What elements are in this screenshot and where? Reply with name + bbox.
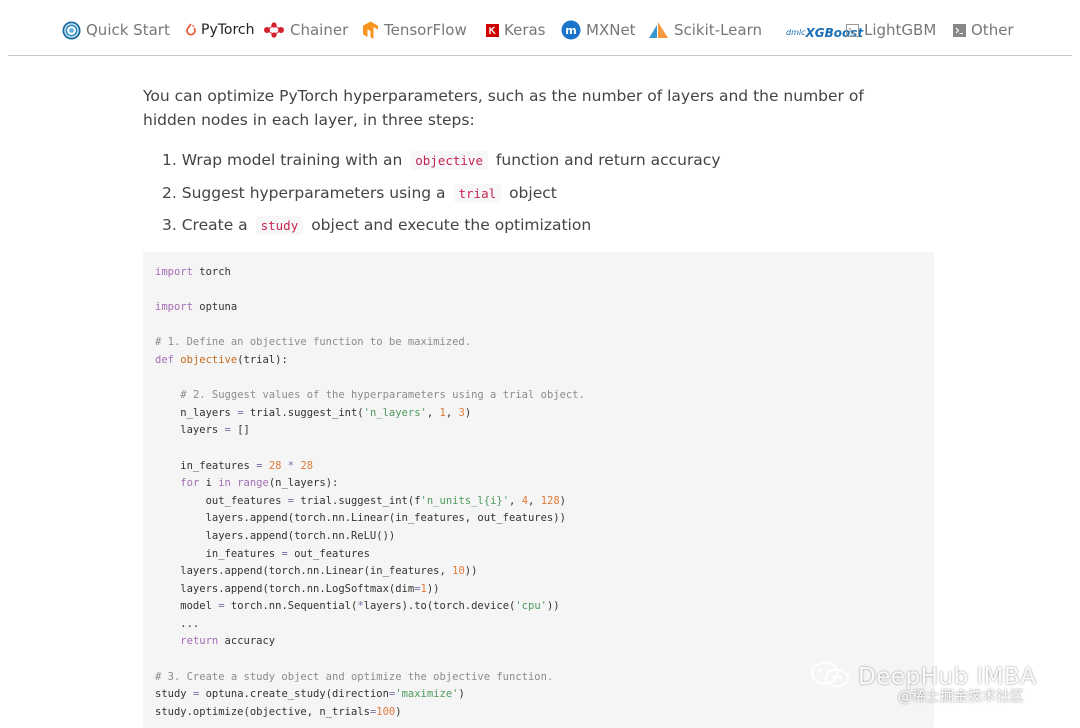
code-line: layers.append(torch.nn.ReLU()) [155, 529, 396, 542]
code-line: def objective(trial): [155, 353, 288, 366]
tab-scikit-learn[interactable]: Scikit-Learn [648, 16, 762, 44]
code-line: layers.append(torch.nn.LogSoftmax(dim=1)… [155, 582, 440, 595]
step-number: 1. [162, 151, 177, 169]
code-line: import torch [155, 266, 231, 278]
inline-code: study [255, 216, 304, 235]
mxnet-icon: m [561, 20, 581, 40]
tab-tensorflow[interactable]: TensorFlow [362, 16, 467, 44]
tab-label: Quick Start [86, 21, 170, 39]
step-text: object [509, 183, 557, 202]
tab-quick-start[interactable]: Quick Start [62, 16, 170, 44]
scikit-learn-icon [648, 21, 669, 39]
step-number: 2. [162, 183, 177, 202]
tensorflow-icon [362, 21, 379, 40]
code-line: model = torch.nn.Sequential(*layers).to(… [155, 600, 560, 613]
wechat-icon [810, 660, 850, 694]
tab-chainer[interactable]: Chainer [263, 16, 348, 44]
tab-label: PyTorch [201, 22, 255, 38]
lightgbm-icon [846, 23, 859, 37]
code-line: study.optimize(objective, n_trials=100) [155, 705, 402, 718]
code-line: in_features = 28 * 28 [155, 459, 314, 472]
pytorch-icon [186, 23, 196, 37]
code-line: n_layers = trial.suggest_int('n_layers',… [155, 406, 472, 419]
step-text: Create a [181, 216, 248, 234]
code-line: layers.append(torch.nn.Linear(in_feature… [155, 565, 478, 578]
chainer-icon [263, 22, 285, 38]
code-line: in_features = out_features [155, 547, 370, 560]
tab-label: TensorFlow [384, 21, 467, 39]
list-item: 1. Wrap model training with an objective… [162, 148, 902, 181]
step-text: object and execute the optimization [311, 216, 592, 234]
steps-list: 1. Wrap model training with an objective… [162, 148, 902, 246]
code-line: # 2. Suggest values of the hyperparamete… [180, 389, 585, 402]
code-line: layers = [] [155, 424, 250, 437]
tab-label: Other [971, 21, 1014, 39]
list-item: 3. Create a study object and execute the… [162, 213, 902, 246]
code-line: import optuna [155, 301, 238, 314]
code-line: out_features = trial.suggest_int(f'n_uni… [155, 494, 566, 507]
inline-code: objective [410, 151, 488, 170]
tab-label: MXNet [586, 21, 636, 39]
terminal-icon [953, 23, 966, 37]
optuna-icon [62, 20, 81, 40]
inline-code: trial [453, 183, 502, 203]
tab-keras[interactable]: Keras [486, 16, 546, 44]
step-text: function and return accuracy [495, 151, 721, 169]
step-text: Suggest hyperparameters using a [181, 183, 446, 202]
code-line: # 3. Create a study object and optimize … [155, 670, 554, 683]
tab-label: Scikit-Learn [674, 21, 763, 39]
step-number: 3. [162, 216, 177, 234]
code-line: # 1. Define an objective function to be … [155, 336, 472, 349]
code-line: for i in range(n_layers): [180, 477, 339, 490]
code-line: layers.append(torch.nn.Linear(in_feature… [155, 512, 566, 525]
intro-paragraph: You can optimize PyTorch hyperparameters… [143, 87, 864, 129]
svg-text:m: m [565, 24, 576, 37]
code-line: ... [155, 617, 200, 630]
watermark-subtitle: @稀土掘金技术社区 [898, 689, 1024, 705]
tab-lightgbm[interactable]: LightGBM [846, 16, 936, 44]
code-line: study = optuna.create_study(direction='m… [155, 688, 465, 701]
tab-other[interactable]: Other [953, 16, 1014, 44]
code-line: return accuracy [180, 635, 276, 648]
code-block[interactable]: import torch import optuna # 1. Define a… [143, 252, 934, 728]
tab-mxnet[interactable]: m MXNet [561, 16, 636, 44]
framework-tab-bar: Quick Start PyTorch Chainer TensorFlow K… [8, 0, 1072, 56]
keras-icon [486, 23, 499, 37]
tab-label: Chainer [290, 21, 349, 39]
list-item: 2. Suggest hyperparameters using a trial… [162, 181, 902, 214]
code-content: import torch import optuna # 1. Define a… [143, 252, 934, 728]
tab-label: LightGBM [864, 21, 937, 39]
tab-label: Keras [504, 21, 546, 39]
tab-pytorch[interactable]: PyTorch [186, 16, 254, 44]
step-text: Wrap model training with an [181, 151, 403, 169]
